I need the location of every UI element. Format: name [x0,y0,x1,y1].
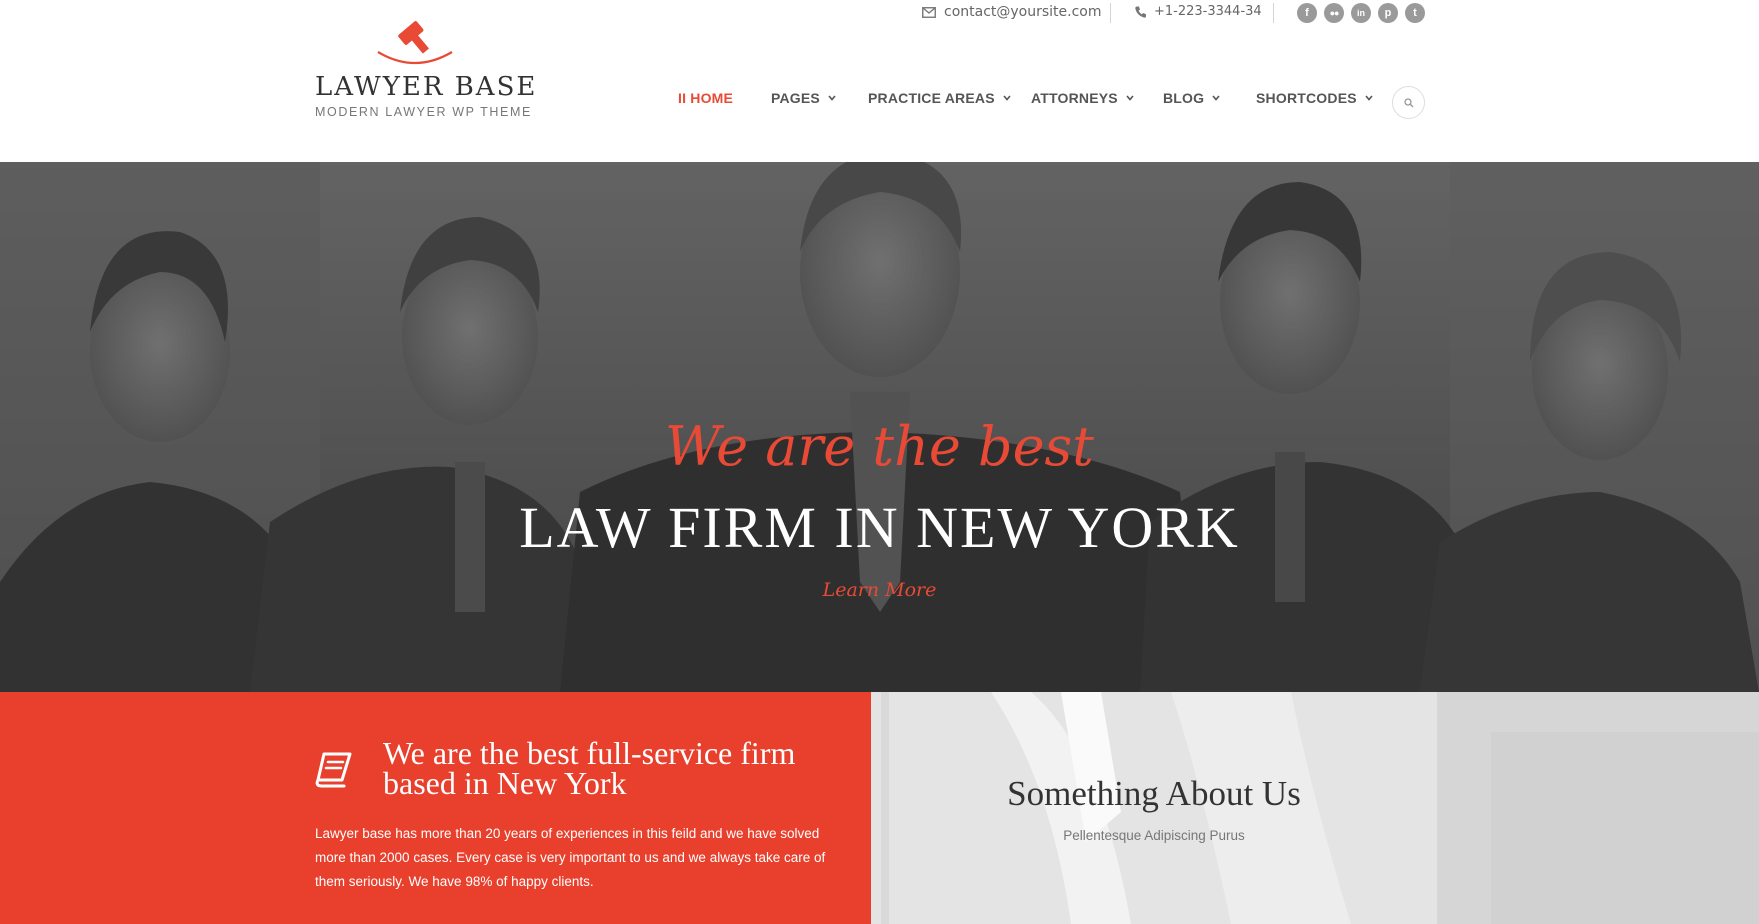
about-subheading: Pellentesque Adipiscing Purus [1063,828,1245,843]
intro-body: Lawyer base has more than 20 years of ex… [315,826,826,889]
nav-item-label: PRACTICE AREAS [868,90,995,106]
linkedin-icon[interactable]: in [1351,3,1371,23]
chevron-down-icon [1126,95,1134,101]
nav-item-practice-areas[interactable]: PRACTICE AREAS [868,90,1011,106]
contact-phone[interactable]: +1-223-3344-34 [1135,4,1262,19]
phone-icon [1135,6,1146,18]
search-button[interactable] [1392,86,1425,119]
site-logo[interactable]: LAWYER BASE MODERN LAWYER WP THEME [315,20,535,132]
intro-heading: We are the best full-service firm based … [383,735,796,801]
chevron-down-icon [828,95,836,101]
learn-more-link[interactable]: Learn More [0,579,1759,601]
nav-item-pages[interactable]: PAGES [771,90,836,106]
nav-item-label: ATTORNEYS [1031,90,1118,106]
nav-item-home[interactable]: II HOME [678,90,733,106]
hero-tagline: We are the best [665,415,1094,478]
topbar-divider [1110,3,1111,23]
pinterest-icon[interactable]: p [1378,3,1398,23]
envelope-icon [922,6,936,18]
about-panel: Something About Us Pellentesque Adipisci… [871,692,1759,924]
hero-banner: We are the best LAW FIRM IN NEW YORK Lea… [0,162,1759,692]
contact-phone-text: +1-223-3344-34 [1154,4,1262,19]
about-heading: Something About Us [1007,774,1301,813]
social-links: f ●● in p t [1297,3,1425,23]
facebook-icon[interactable]: f [1297,3,1317,23]
nav-item-attorneys[interactable]: ATTORNEYS [1031,90,1134,106]
book-icon [315,752,352,788]
twitter-icon[interactable]: t [1405,3,1425,23]
nav-item-label: SHORTCODES [1256,90,1357,106]
nav-item-label: II HOME [678,90,734,106]
nav-item-label: PAGES [771,90,820,106]
chevron-down-icon [1365,95,1373,101]
flickr-icon[interactable]: ●● [1324,3,1344,23]
hero-title: LAW FIRM IN NEW YORK [519,495,1240,560]
contact-email-text: contact@yoursite.com [944,4,1102,20]
topbar-divider [1273,3,1274,23]
top-bar: contact@yoursite.com +1-223-3344-34 f ●●… [0,0,1759,26]
intro-panel: We are the best full-service firm based … [0,692,871,924]
chevron-down-icon [1003,95,1011,101]
nav-item-shortcodes[interactable]: SHORTCODES [1256,90,1373,106]
main-nav: II HOME PAGES PRACTICE AREAS ATTORNEYS B… [0,90,1759,114]
chevron-down-icon [1212,95,1220,101]
nav-item-label: BLOG [1163,90,1205,106]
search-icon [1403,97,1413,107]
contact-email[interactable]: contact@yoursite.com [922,4,1102,20]
nav-item-blog[interactable]: BLOG [1163,90,1220,106]
gavel-icon [377,21,453,65]
